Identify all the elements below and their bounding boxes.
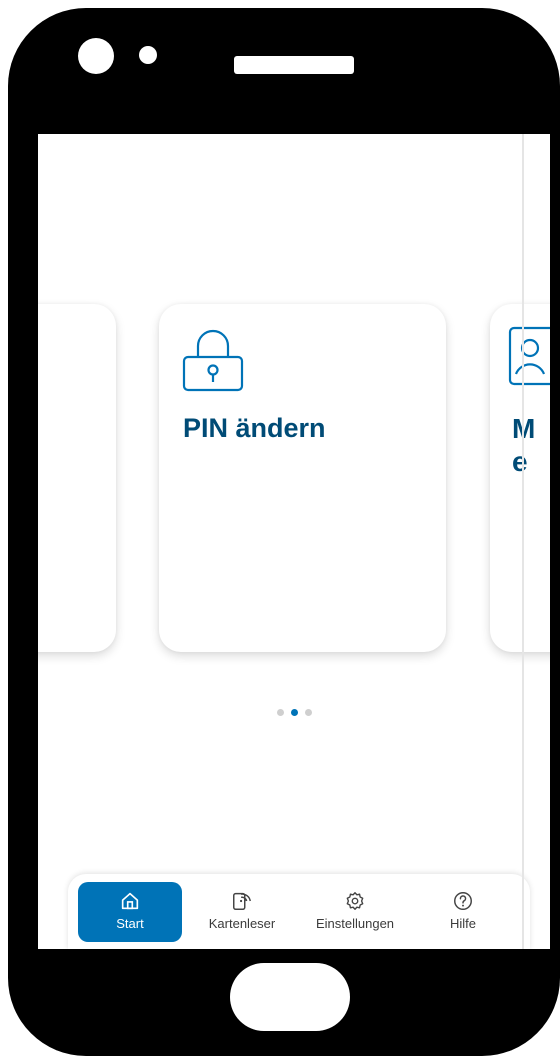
page-dot-1[interactable] bbox=[276, 709, 284, 716]
home-icon bbox=[121, 892, 139, 910]
nav-item-start[interactable]: Start bbox=[78, 882, 182, 942]
nav-item-kartenleser[interactable]: Kartenleser bbox=[192, 882, 292, 942]
card-next[interactable]: M e bbox=[490, 304, 550, 652]
page-indicator bbox=[38, 709, 550, 719]
nav-label-hilfe: Hilfe bbox=[449, 916, 476, 931]
nav-item-einstellungen[interactable]: Einstellungen bbox=[300, 882, 410, 942]
earpiece-speaker bbox=[234, 56, 354, 74]
proximity-sensor bbox=[139, 46, 157, 64]
bottom-navigation: Start Kartenleser Einstellungen Hilfe bbox=[68, 874, 530, 949]
home-button[interactable] bbox=[230, 963, 350, 1031]
phone-frame: PIN ändern M e Start bbox=[8, 8, 560, 1056]
help-icon bbox=[454, 892, 472, 910]
nav-label-einstellungen: Einstellungen bbox=[315, 916, 395, 931]
card-reader-icon bbox=[233, 892, 251, 910]
nav-item-hilfe[interactable]: Hilfe bbox=[418, 882, 508, 942]
page-dot-2[interactable] bbox=[290, 709, 298, 716]
card-pin-aendern[interactable]: PIN ändern bbox=[159, 304, 446, 652]
card-title: PIN ändern bbox=[183, 413, 326, 443]
nav-label-kartenleser: Kartenleser bbox=[208, 916, 276, 931]
lock-icon bbox=[182, 329, 244, 392]
screen-edge bbox=[522, 134, 524, 949]
front-camera bbox=[78, 38, 114, 74]
app-screen: PIN ändern M e Start bbox=[38, 134, 550, 949]
page-dot-3[interactable] bbox=[304, 709, 312, 716]
id-card-icon bbox=[508, 326, 550, 386]
nav-label-start: Start bbox=[116, 916, 144, 931]
card-previous[interactable] bbox=[38, 304, 116, 652]
gear-icon bbox=[346, 892, 364, 910]
